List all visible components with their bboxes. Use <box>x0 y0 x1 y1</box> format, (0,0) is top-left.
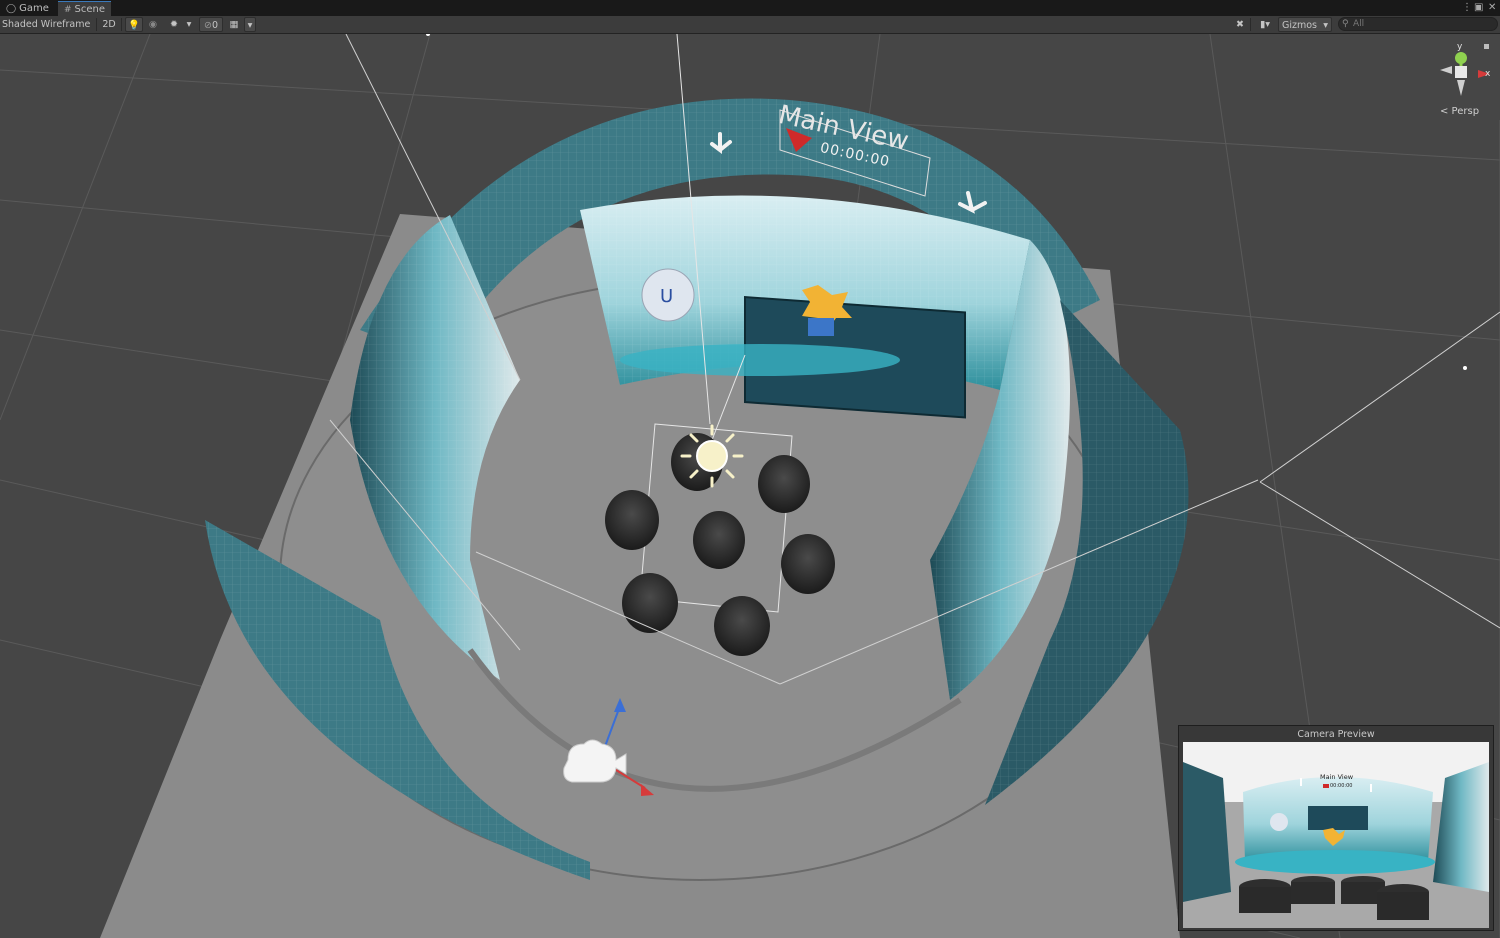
grid-snap-icon[interactable]: ▦ <box>226 17 242 32</box>
svg-text:U: U <box>660 286 673 307</box>
gizmos-dropdown[interactable]: Gizmos ▾ <box>1278 17 1332 32</box>
axis-y-label: y <box>1457 42 1463 52</box>
divider <box>121 18 122 31</box>
stool <box>714 596 770 656</box>
search-input[interactable]: ⚲ All <box>1338 17 1498 31</box>
effects-toggle-icon[interactable]: ✹ <box>165 17 183 32</box>
scene-toolbar: Shaded Wireframe ▾ 2D 💡 ◉ ✹ ▾ ⊘0 ▦ ▾ ✖ ▮… <box>0 16 1500 45</box>
stool <box>693 511 745 569</box>
close-icon[interactable]: ✕ <box>1488 1 1496 15</box>
draw-mode-dropdown[interactable]: Shaded Wireframe ▾ <box>2 17 94 45</box>
search-placeholder: All <box>1353 19 1365 29</box>
more-options-icon[interactable]: ⋮ <box>1462 1 1472 15</box>
tab-scene[interactable]: # Scene <box>58 1 112 17</box>
tab-scene-label: Scene <box>74 4 106 15</box>
divider <box>1250 18 1251 31</box>
stool <box>605 490 659 550</box>
camera-settings-icon[interactable]: ▮▾ <box>1254 17 1276 32</box>
stool <box>758 455 810 513</box>
stool <box>781 534 835 594</box>
eye-slash-icon: ⊘ <box>203 20 212 31</box>
draw-mode-label: Shaded Wireframe <box>2 19 91 30</box>
audio-toggle-icon[interactable]: ◉ <box>145 17 161 32</box>
chevron-down-icon: ▾ <box>1323 20 1328 31</box>
hidden-count: 0 <box>211 20 218 31</box>
lighting-toggle-icon[interactable]: 💡 <box>125 17 143 32</box>
grid-dropdown-icon[interactable]: ▾ <box>244 17 256 32</box>
tab-game[interactable]: ◯ Game <box>0 1 55 16</box>
camera-preview-render <box>1183 742 1489 928</box>
projection-toggle[interactable]: < Persp <box>1440 106 1479 117</box>
toggle-2d-button[interactable]: 2D <box>100 17 118 32</box>
tools-icon[interactable]: ✖ <box>1232 17 1248 32</box>
scene-visibility-button[interactable]: ⊘0 <box>199 17 223 32</box>
axis-x-label: x <box>1485 69 1491 79</box>
gizmos-label: Gizmos <box>1282 20 1318 31</box>
camera-preview-title: Camera Preview <box>1297 729 1375 740</box>
preview-timer: 00:00:00 <box>1330 783 1353 789</box>
camera-preview-panel: Camera Preview Main View 00:00:00 <box>1178 725 1494 931</box>
tab-game-label: Game <box>19 3 49 14</box>
maximize-icon[interactable]: ▣ <box>1474 1 1483 15</box>
preview-main-view-title: Main View <box>1320 773 1354 781</box>
effects-dropdown-icon[interactable]: ▾ <box>184 17 194 32</box>
stool <box>622 573 678 633</box>
toggle-2d-label: 2D <box>102 19 116 30</box>
search-icon: ⚲ <box>1342 19 1349 29</box>
divider <box>96 18 97 31</box>
directional-light-icon <box>680 424 744 488</box>
gamepad-icon: ◯ <box>6 4 17 14</box>
floor-ring-inner <box>620 344 900 376</box>
tab-bar: ◯ Game # Scene ⋮ ▣ ✕ <box>0 0 1500 17</box>
orientation-gizmo[interactable] <box>1440 44 1490 96</box>
